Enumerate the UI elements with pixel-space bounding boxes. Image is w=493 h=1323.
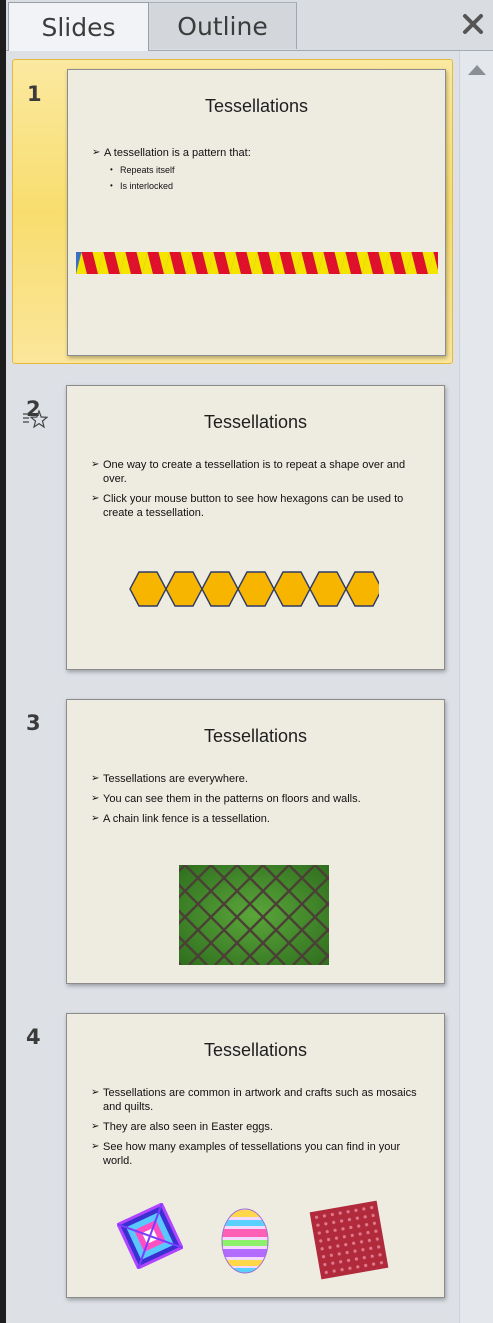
slide-thumbnail[interactable]: Tessellations One way to create a tessel… [66,385,445,670]
mosaic-image [117,1203,183,1269]
slide-title: Tessellations [203,726,308,746]
slide-title: Tessellations [203,1040,308,1060]
slide-item-3[interactable]: 3 Tessellations Tessellations are everyw… [12,689,453,989]
bullet: They are also seen in Easter eggs. [91,1120,426,1134]
slide-number: 1 [27,82,42,106]
hexagon-row [129,571,379,607]
slide-body: One way to create a tessellation is to r… [91,458,426,526]
slide-item-1[interactable]: 1 Tessellations A tessellation is a patt… [12,59,453,364]
hexagon [345,571,379,607]
tab-slides[interactable]: Slides [8,2,149,51]
hexagon [237,571,275,607]
slide-number: 4 [26,1025,41,1049]
slide-body: Tessellations are everywhere. You can se… [91,772,426,832]
hexagon [129,571,167,607]
slide-body: Tessellations are common in artwork and … [91,1086,426,1174]
scroll-up-arrow-icon[interactable] [468,65,486,75]
hexagon [309,571,347,607]
bullet: A tessellation is a pattern that: [92,146,427,160]
slide-title: Tessellations [203,412,308,432]
hexagon [273,571,311,607]
sub-bullet: Repeats itself [92,162,427,178]
close-pane-button[interactable] [459,10,487,38]
slide-thumbnail[interactable]: Tessellations Tessellations are common i… [66,1013,445,1298]
hexagon [201,571,239,607]
tab-bar: Slides Outline [0,0,493,51]
slide-thumbnail-list[interactable]: 1 Tessellations A tessellation is a patt… [6,51,459,1323]
close-icon [463,14,483,34]
slide-thumbnail[interactable]: Tessellations A tessellation is a patter… [67,69,446,356]
bullet: Tessellations are everywhere. [91,772,426,786]
bullet: A chain link fence is a tessellation. [91,812,426,826]
bullet: One way to create a tessellation is to r… [91,458,426,486]
bullet: Click your mouse button to see how hexag… [91,492,426,520]
bullet: See how many examples of tessellations y… [91,1140,426,1168]
bullet: Tessellations are common in artwork and … [91,1086,426,1114]
slide-title: Tessellations [204,96,309,116]
slide-thumbnail[interactable]: Tessellations Tessellations are everywhe… [66,699,445,984]
easter-egg-image [221,1208,269,1274]
vertical-scrollbar[interactable] [459,51,493,1323]
triangle-tessellation-strip [76,252,438,274]
hexagon [165,571,203,607]
tab-outline[interactable]: Outline [149,2,297,49]
quilt-image [309,1200,389,1280]
sub-bullet: Is interlocked [92,178,427,194]
slide-body: A tessellation is a pattern that: Repeat… [92,146,427,194]
slides-pane: Slides Outline 1 Tessellations A tessell… [0,0,493,1323]
slide-item-4[interactable]: 4 Tessellations Tessellations are common… [12,1003,453,1303]
slide-item-2[interactable]: 2 Tessellations One way to create a tess… [12,375,453,675]
animation-star-icon [23,409,48,429]
chain-link-fence-image [179,865,329,965]
slide-number: 3 [26,711,41,735]
bullet: You can see them in the patterns on floo… [91,792,426,806]
